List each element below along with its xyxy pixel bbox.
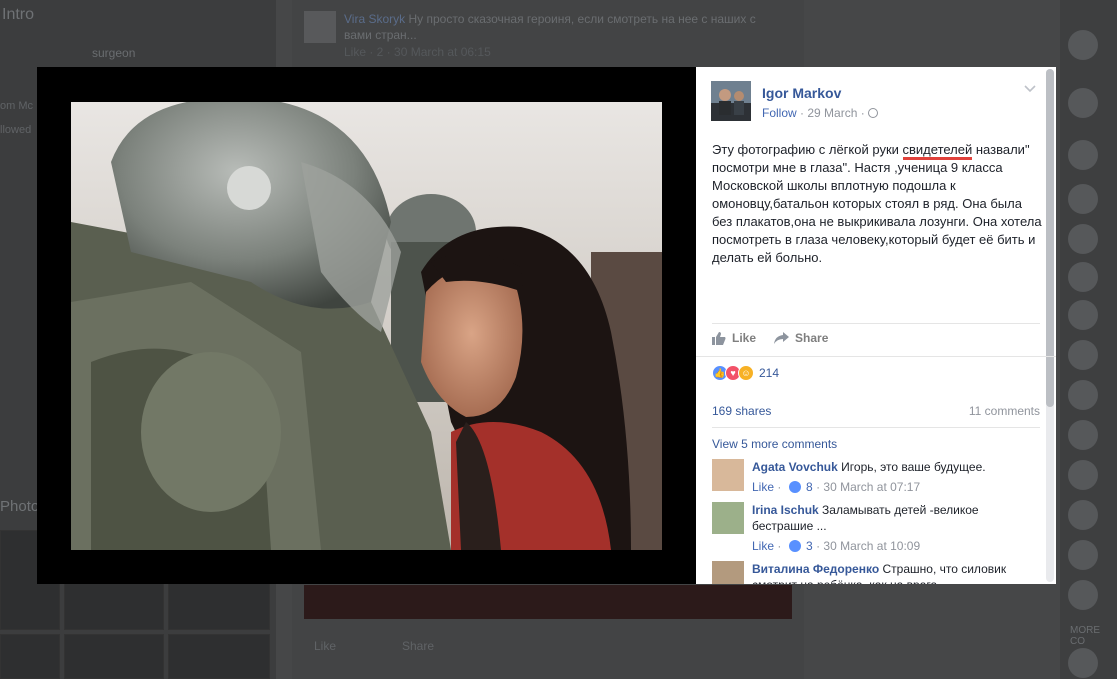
comment-like-count[interactable]: 8	[806, 480, 813, 494]
comment-author[interactable]: Irina Ischuk	[752, 503, 819, 517]
avatar[interactable]	[1068, 262, 1098, 292]
intro-heading: Intro	[2, 6, 35, 23]
avatar[interactable]	[1068, 380, 1098, 410]
avatar[interactable]	[1068, 580, 1098, 610]
like-badge-icon	[788, 481, 801, 493]
post-photo[interactable]	[71, 102, 662, 550]
avatar[interactable]	[1068, 460, 1098, 490]
comment-like-button[interactable]: Like	[752, 480, 774, 494]
comment-author[interactable]: Vira Skoryk	[344, 12, 405, 26]
reaction-summary[interactable]: 👍 ♥ ☺ 214	[712, 365, 779, 381]
post-date[interactable]: 29 March	[807, 106, 857, 120]
comment-text: Vira Skoryk Ну просто сказочная героиня,…	[344, 12, 756, 42]
post-actions: Like Share	[712, 331, 828, 345]
author-avatar[interactable]	[711, 81, 751, 121]
comment-author[interactable]: Виталина Федоренко	[752, 562, 879, 576]
comment-like-button[interactable]: Like	[752, 539, 774, 553]
avatar[interactable]	[1068, 224, 1098, 254]
comment-meta: Like · 8 · 30 March at 07:17	[752, 480, 921, 494]
avatar[interactable]	[712, 459, 744, 491]
intro-text: surgeon	[92, 46, 136, 60]
divider	[712, 427, 1040, 428]
comment-meta: Like · 3 · 30 March at 10:09	[752, 539, 921, 553]
photos-heading: Photo	[0, 498, 40, 515]
avatar[interactable]	[1068, 140, 1098, 170]
post-details-panel: Igor Markov Follow · 29 March · Эту фото…	[696, 67, 1056, 584]
like-badge-icon	[788, 540, 801, 552]
intro-line: om Mc	[0, 100, 33, 112]
avatar[interactable]	[712, 502, 744, 534]
avatar[interactable]	[1068, 420, 1098, 450]
thumbs-up-icon	[712, 331, 726, 345]
divider	[696, 356, 1056, 357]
avatar[interactable]	[1068, 540, 1098, 570]
photo-thumbnail	[64, 634, 164, 679]
photo-thumbnail	[0, 634, 60, 679]
comment-author[interactable]: Agata Vovchuk	[752, 460, 838, 474]
share-icon	[774, 332, 790, 344]
chevron-down-icon[interactable]	[1023, 84, 1037, 94]
share-button[interactable]: Share	[402, 639, 434, 653]
comment-time[interactable]: 30 March at 10:09	[823, 539, 920, 553]
view-more-comments-link[interactable]: View 5 more comments	[712, 437, 837, 451]
avatar[interactable]	[1068, 88, 1098, 118]
author-name[interactable]: Igor Markov	[762, 85, 841, 101]
globe-icon	[868, 108, 879, 118]
avatar[interactable]	[1068, 184, 1098, 214]
avatar	[304, 11, 336, 43]
comment: Agata Vovchuk Игорь, это ваше будущее. L…	[712, 459, 1032, 495]
post-meta: Follow · 29 March ·	[762, 106, 879, 120]
share-button[interactable]: Share	[774, 331, 828, 345]
reaction-count: 214	[759, 366, 780, 380]
comments-count[interactable]: 11 comments	[969, 404, 1040, 418]
post-image	[304, 585, 792, 619]
intro-line: llowed	[0, 124, 32, 136]
like-button[interactable]: Like	[314, 639, 336, 653]
comment-meta: Like · 2 · 30 March at 06:15	[344, 45, 491, 59]
like-button[interactable]: Like	[712, 331, 756, 345]
comment-text: Игорь, это ваше будущее.	[841, 460, 986, 474]
avatar[interactable]	[1068, 648, 1098, 678]
comment: Виталина Федоренко Страшно, что силовик …	[712, 561, 1032, 584]
comment-like-count[interactable]: 3	[806, 539, 813, 553]
avatar[interactable]	[1068, 300, 1098, 330]
shares-link[interactable]: 169 shares	[712, 404, 771, 418]
photo-thumbnail	[168, 580, 270, 630]
highlighted-word: свидетелей	[902, 142, 973, 160]
comment-time[interactable]: 30 March at 07:17	[823, 480, 920, 494]
follow-button[interactable]: Follow	[762, 106, 797, 120]
comment: Irina Ischuk Заламывать детей -великое б…	[712, 502, 1032, 554]
avatar[interactable]	[712, 561, 744, 584]
photo-thumbnail	[168, 634, 270, 679]
haha-reaction-icon: ☺	[738, 365, 754, 381]
avatar[interactable]	[1068, 500, 1098, 530]
avatar[interactable]	[1068, 30, 1098, 60]
photo-viewer	[37, 67, 696, 584]
photo-thumbnail	[64, 580, 164, 630]
avatar[interactable]	[1068, 340, 1098, 370]
post-text: Эту фотографию с лёгкой руки свидетелей …	[712, 142, 1042, 265]
divider	[712, 323, 1040, 324]
more-label: MORE CO	[1070, 625, 1100, 647]
